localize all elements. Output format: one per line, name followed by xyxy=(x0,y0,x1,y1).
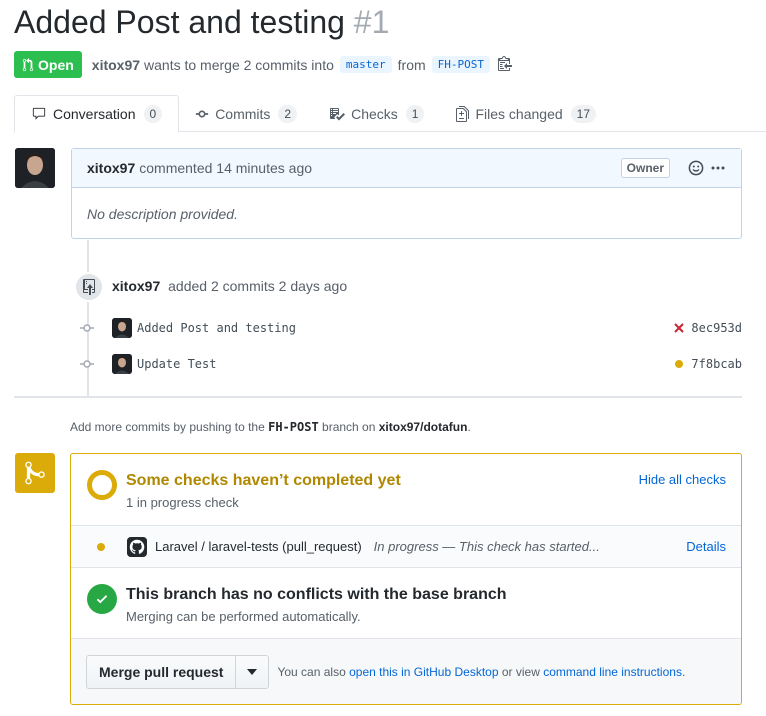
commit-node-icon xyxy=(80,323,94,333)
also-middle: or view xyxy=(501,665,540,679)
hide-checks-link[interactable]: Hide all checks xyxy=(639,472,726,487)
commit-message[interactable]: Update Test xyxy=(137,357,673,371)
comment-box: xitox97 commented 14 minutes ago Owner N… xyxy=(71,148,742,239)
merge-actions: Merge pull request You can also open thi… xyxy=(71,639,741,704)
comment-header: xitox97 commented 14 minutes ago Owner xyxy=(72,149,741,188)
tab-label: Checks xyxy=(351,105,398,122)
push-hint-middle: branch on xyxy=(322,420,376,434)
pr-meta: Open xitox97 wants to merge 2 commits in… xyxy=(14,51,512,78)
merge-box: Some checks haven’t completed yet 1 in p… xyxy=(70,453,742,705)
commit-row: Update Test 7f8bcab xyxy=(80,353,742,375)
git-merge-icon xyxy=(15,453,55,493)
commit-node-icon xyxy=(80,359,94,369)
tab-counter: 17 xyxy=(570,104,597,123)
command-line-link[interactable]: command line instructions xyxy=(543,665,682,679)
pull-request-icon xyxy=(22,57,34,71)
comment-icon xyxy=(32,107,46,120)
merge-alternatives: You can also open this in GitHub Desktop… xyxy=(277,665,685,679)
open-desktop-link[interactable]: open this in GitHub Desktop xyxy=(349,665,498,679)
clipboard-icon[interactable] xyxy=(498,55,512,74)
checklist-icon xyxy=(330,107,346,120)
push-hint-suffix: . xyxy=(467,420,471,434)
merge-button-group: Merge pull request xyxy=(86,655,270,689)
push-hint-prefix: Add more commits by pushing to the xyxy=(70,420,265,434)
event-text: added 2 commits 2 days ago xyxy=(168,278,348,294)
pending-dot-icon xyxy=(97,542,105,551)
commit-icon xyxy=(196,110,209,117)
push-hint-repo[interactable]: xitox97/dotafun xyxy=(379,420,468,434)
tab-label: Conversation xyxy=(53,106,136,122)
pending-ring-icon xyxy=(87,470,117,500)
base-branch[interactable]: master xyxy=(339,56,392,73)
checks-subtitle: 1 in progress check xyxy=(126,495,239,510)
owner-badge: Owner xyxy=(620,158,670,178)
pr-author-link[interactable]: xitox97 xyxy=(92,57,140,73)
no-conflicts-subtitle: Merging can be performed automatically. xyxy=(126,609,361,624)
no-conflicts-title: This branch has no conflicts with the ba… xyxy=(126,586,507,603)
avatar[interactable] xyxy=(15,148,55,188)
tab-conversation[interactable]: Conversation 0 xyxy=(14,95,180,133)
pr-title-text: Added Post and testing xyxy=(14,4,345,40)
checks-header: Some checks haven’t completed yet 1 in p… xyxy=(71,454,741,526)
github-logo-icon xyxy=(127,536,147,557)
check-row: Laravel / laravel-tests (pull_request) I… xyxy=(71,526,741,568)
push-hint-branch: FH-POST xyxy=(268,420,319,434)
also-prefix: You can also xyxy=(277,665,346,679)
tab-files-changed[interactable]: Files changed 17 xyxy=(440,95,612,132)
pr-number: #1 xyxy=(353,4,390,40)
merge-pull-request-button[interactable]: Merge pull request xyxy=(87,656,237,688)
comment-author[interactable]: xitox97 xyxy=(87,160,135,176)
repo-push-icon xyxy=(74,272,104,302)
tab-counter: 1 xyxy=(405,104,425,123)
head-branch[interactable]: FH-POST xyxy=(431,56,490,73)
no-conflicts-section: This branch has no conflicts with the ba… xyxy=(71,568,741,639)
comment-action: commented 14 minutes ago xyxy=(139,160,313,176)
smiley-icon[interactable] xyxy=(688,160,704,176)
tab-label: Files changed xyxy=(475,105,563,122)
check-name: Laravel / laravel-tests (pull_request) xyxy=(155,539,362,554)
x-icon[interactable] xyxy=(673,322,685,334)
commit-message[interactable]: Added Post and testing xyxy=(137,321,673,335)
tab-counter: 2 xyxy=(278,104,298,123)
tab-counter: 0 xyxy=(143,105,163,123)
commit-row: Added Post and testing 8ec953d xyxy=(80,317,742,339)
check-details-link[interactable]: Details xyxy=(686,539,726,554)
commit-sha[interactable]: 8ec953d xyxy=(691,321,742,335)
caret-down-icon[interactable] xyxy=(236,656,268,688)
commits-event: xitox97 added 2 commits 2 days ago xyxy=(112,278,347,294)
avatar[interactable] xyxy=(112,354,132,374)
comment-body: No description provided. xyxy=(87,206,238,222)
also-suffix: . xyxy=(681,665,686,679)
kebab-icon[interactable] xyxy=(710,160,726,176)
push-hint: Add more commits by pushing to the FH-PO… xyxy=(70,420,471,434)
tab-commits[interactable]: Commits 2 xyxy=(179,95,313,132)
file-diff-icon xyxy=(456,105,470,122)
tab-label: Commits xyxy=(215,105,271,122)
pr-tabs: Conversation 0 Commits 2 Checks 1 Files … xyxy=(14,95,766,133)
event-author[interactable]: xitox97 xyxy=(112,278,160,294)
state-label: Open xyxy=(38,56,74,73)
from-text: from xyxy=(397,56,426,73)
check-description: In progress — This check has started... xyxy=(373,539,600,554)
timeline-divider xyxy=(14,396,742,398)
tab-checks[interactable]: Checks 1 xyxy=(313,95,440,132)
state-badge: Open xyxy=(14,51,82,78)
pr-title: Added Post and testing #1 xyxy=(14,4,389,41)
avatar[interactable] xyxy=(112,318,132,338)
pending-dot-icon[interactable] xyxy=(673,358,685,370)
merge-text: wants to merge 2 commits into xyxy=(144,56,334,73)
commit-sha[interactable]: 7f8bcab xyxy=(691,357,742,371)
checks-title: Some checks haven’t completed yet xyxy=(126,472,401,489)
check-circle-icon xyxy=(87,584,117,614)
